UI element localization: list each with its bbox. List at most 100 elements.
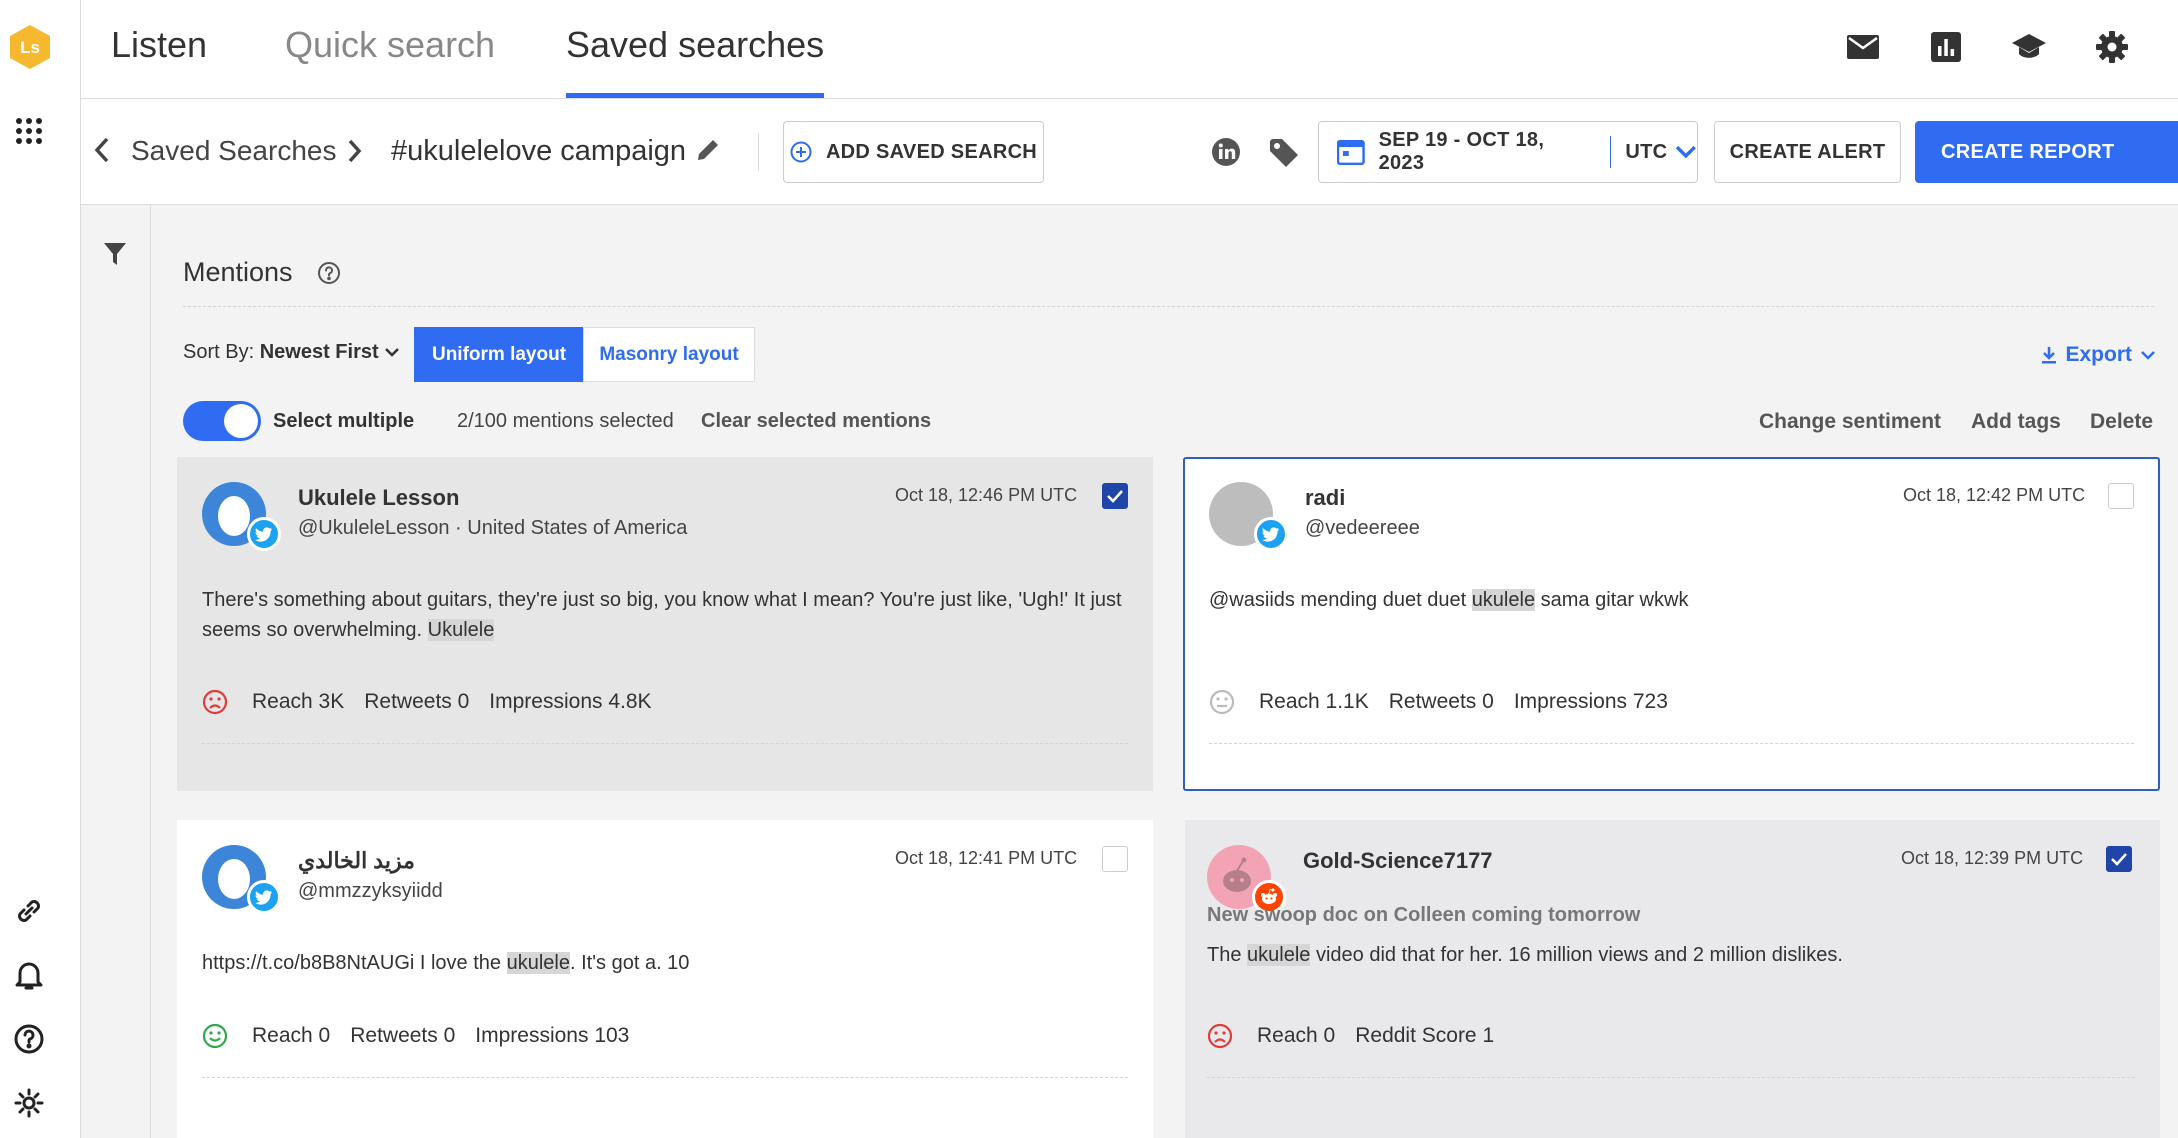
mentions-divider — [183, 306, 2154, 307]
masonry-layout-button[interactable]: Masonry layout — [583, 327, 755, 382]
metric-impressions: Impressions 723 — [1513, 690, 1668, 713]
search-toolbar: Saved Searches #ukulelelove campaign ADD… — [81, 99, 2178, 205]
change-sentiment-action[interactable]: Change sentiment — [1759, 410, 1941, 434]
bell-icon[interactable] — [12, 958, 46, 992]
settings-gear-icon[interactable] — [12, 1086, 46, 1120]
negative-sentiment-icon[interactable] — [202, 689, 228, 715]
create-report-button[interactable]: CREATE REPORT — [1915, 121, 2178, 183]
add-tags-action[interactable]: Add tags — [1971, 410, 2061, 434]
check-icon — [2111, 853, 2127, 866]
academy-cap-icon[interactable] — [2010, 28, 2048, 66]
export-label: Export — [2065, 343, 2132, 366]
link-icon[interactable] — [12, 894, 46, 928]
metric-retweets: Retweets 0 — [364, 690, 470, 713]
sort-by-value: Newest First — [259, 341, 379, 363]
mention-metrics: Reach 0 Retweets 0 Impressions 103 — [202, 1023, 629, 1049]
mention-author[interactable]: radi — [1305, 485, 1345, 511]
mention-checkbox[interactable] — [2108, 483, 2134, 509]
mention-card[interactable]: radi @vedeereee Oct 18, 12:42 PM UTC @wa… — [1183, 457, 2160, 791]
mention-text-post: video did that for her. 16 million views… — [1310, 944, 1843, 966]
clear-selected-link[interactable]: Clear selected mentions — [701, 410, 931, 433]
mentions-panel: Mentions Sort By: Newest First Uniform l… — [151, 205, 2178, 1138]
chevron-down-icon — [385, 348, 400, 357]
mention-author[interactable]: Gold-Science7177 — [1303, 848, 1493, 874]
breadcrumb-separator-icon — [345, 137, 363, 170]
mention-author[interactable]: Ukulele Lesson — [298, 485, 459, 511]
mention-text: The ukulele video did that for her. 16 m… — [1207, 940, 2127, 970]
tab-quick-search[interactable]: Quick search — [285, 24, 495, 98]
metric-reach: Reach 0 — [252, 1024, 331, 1047]
help-icon[interactable] — [12, 1022, 46, 1056]
mention-text-post: sama gitar wkwk — [1535, 589, 1689, 611]
uniform-layout-button[interactable]: Uniform layout — [414, 327, 584, 382]
download-icon — [2042, 347, 2057, 364]
breadcrumb-saved-searches[interactable]: Saved Searches — [131, 135, 336, 167]
mention-text: https://t.co/b8B8NtAUGi I love the ukule… — [202, 948, 1122, 978]
mentions-help-icon[interactable] — [317, 261, 341, 290]
mention-subject: New swoop doc on Colleen coming tomorrow — [1207, 904, 1641, 926]
create-alert-button[interactable]: CREATE ALERT — [1714, 121, 1901, 183]
select-multiple-toggle[interactable] — [183, 401, 261, 441]
mention-author[interactable]: مزيد الخالدي — [298, 848, 415, 874]
date-range-value: SEP 19 - OCT 18, 2023 — [1378, 129, 1545, 174]
mention-text: There's something about guitars, they're… — [202, 585, 1122, 645]
app-logo[interactable]: Ls — [9, 24, 51, 70]
mention-checkbox[interactable] — [1102, 483, 1128, 509]
create-report-dropdown[interactable] — [2165, 121, 2178, 183]
check-icon — [1107, 490, 1123, 503]
metric-impressions: Impressions 4.8K — [489, 690, 652, 713]
twitter-icon — [247, 880, 281, 914]
filter-funnel-icon[interactable] — [103, 241, 127, 272]
date-range-picker[interactable]: SEP 19 - OCT 18, 2023 UTC — [1318, 121, 1698, 183]
metric-reach: Reach 0 — [1257, 1024, 1336, 1047]
negative-sentiment-icon[interactable] — [1207, 1023, 1233, 1049]
chevron-down-icon — [2141, 350, 2155, 360]
mention-metrics: Reach 0 Reddit Score 1 — [1207, 1023, 1494, 1049]
metric-impressions: Impressions 103 — [475, 1024, 630, 1047]
top-navigation: Listen Quick search Saved searches — [81, 0, 2178, 99]
toggle-knob — [224, 404, 258, 438]
tag-icon[interactable] — [1268, 137, 1300, 174]
metric-retweets: Retweets 0 — [350, 1024, 456, 1047]
mail-icon[interactable] — [1844, 28, 1882, 66]
positive-sentiment-icon[interactable] — [202, 1023, 228, 1049]
selected-count: 2/100 mentions selected — [457, 410, 674, 432]
mention-card[interactable]: Ukulele Lesson @UkuleleLesson · United S… — [177, 457, 1153, 791]
mention-text-pre: @wasiids mending duet duet — [1209, 589, 1472, 611]
twitter-icon — [1254, 517, 1288, 551]
edit-pencil-icon[interactable] — [694, 136, 722, 169]
metric-reach: Reach 1.1K — [1259, 690, 1369, 713]
mention-timestamp: Oct 18, 12:42 PM UTC — [1903, 485, 2086, 505]
delete-action[interactable]: Delete — [2090, 410, 2153, 434]
chevron-down-icon — [1676, 145, 1697, 159]
card-divider — [1209, 743, 2134, 744]
keyword-highlight: Ukulele — [427, 619, 495, 641]
tab-saved-searches[interactable]: Saved searches — [566, 24, 825, 98]
mention-card[interactable]: مزيد الخالدي @mmzzyksyiidd Oct 18, 12:41… — [177, 820, 1153, 1138]
mention-card[interactable]: Gold-Science7177 Oct 18, 12:39 PM UTC Ne… — [1185, 820, 2160, 1138]
keyword-highlight: ukulele — [1471, 589, 1536, 611]
select-multiple-label: Select multiple — [273, 410, 415, 432]
back-chevron-icon[interactable] — [91, 135, 113, 170]
neutral-sentiment-icon[interactable] — [1209, 689, 1235, 715]
create-report-label: CREATE REPORT — [1941, 140, 2115, 163]
apps-grid-icon[interactable] — [12, 114, 46, 148]
metric-reach: Reach 3K — [252, 690, 345, 713]
mentions-title: Mentions — [183, 257, 293, 287]
mention-metrics: Reach 3K Retweets 0 Impressions 4.8K — [202, 689, 652, 715]
analytics-icon[interactable] — [1927, 28, 1965, 66]
mention-handle: @UkuleleLesson · United States of Americ… — [298, 517, 688, 539]
mention-text-post: . It's got a. 10 — [569, 952, 690, 974]
mention-text: @wasiids mending duet duet ukulele sama … — [1209, 585, 2129, 615]
mention-text-pre: The — [1207, 944, 1248, 966]
settings-icon[interactable] — [2093, 28, 2131, 66]
mention-checkbox[interactable] — [2106, 846, 2132, 872]
mention-checkbox[interactable] — [1102, 846, 1128, 872]
add-saved-search-button[interactable]: ADD SAVED SEARCH — [783, 121, 1044, 183]
add-circle-icon — [790, 141, 812, 163]
export-button[interactable]: Export — [2041, 343, 2156, 367]
linkedin-icon[interactable] — [1211, 137, 1241, 172]
sort-by-control[interactable]: Sort By: Newest First — [183, 341, 400, 364]
toolbar-divider — [758, 133, 759, 171]
tab-listen[interactable]: Listen — [111, 24, 207, 98]
